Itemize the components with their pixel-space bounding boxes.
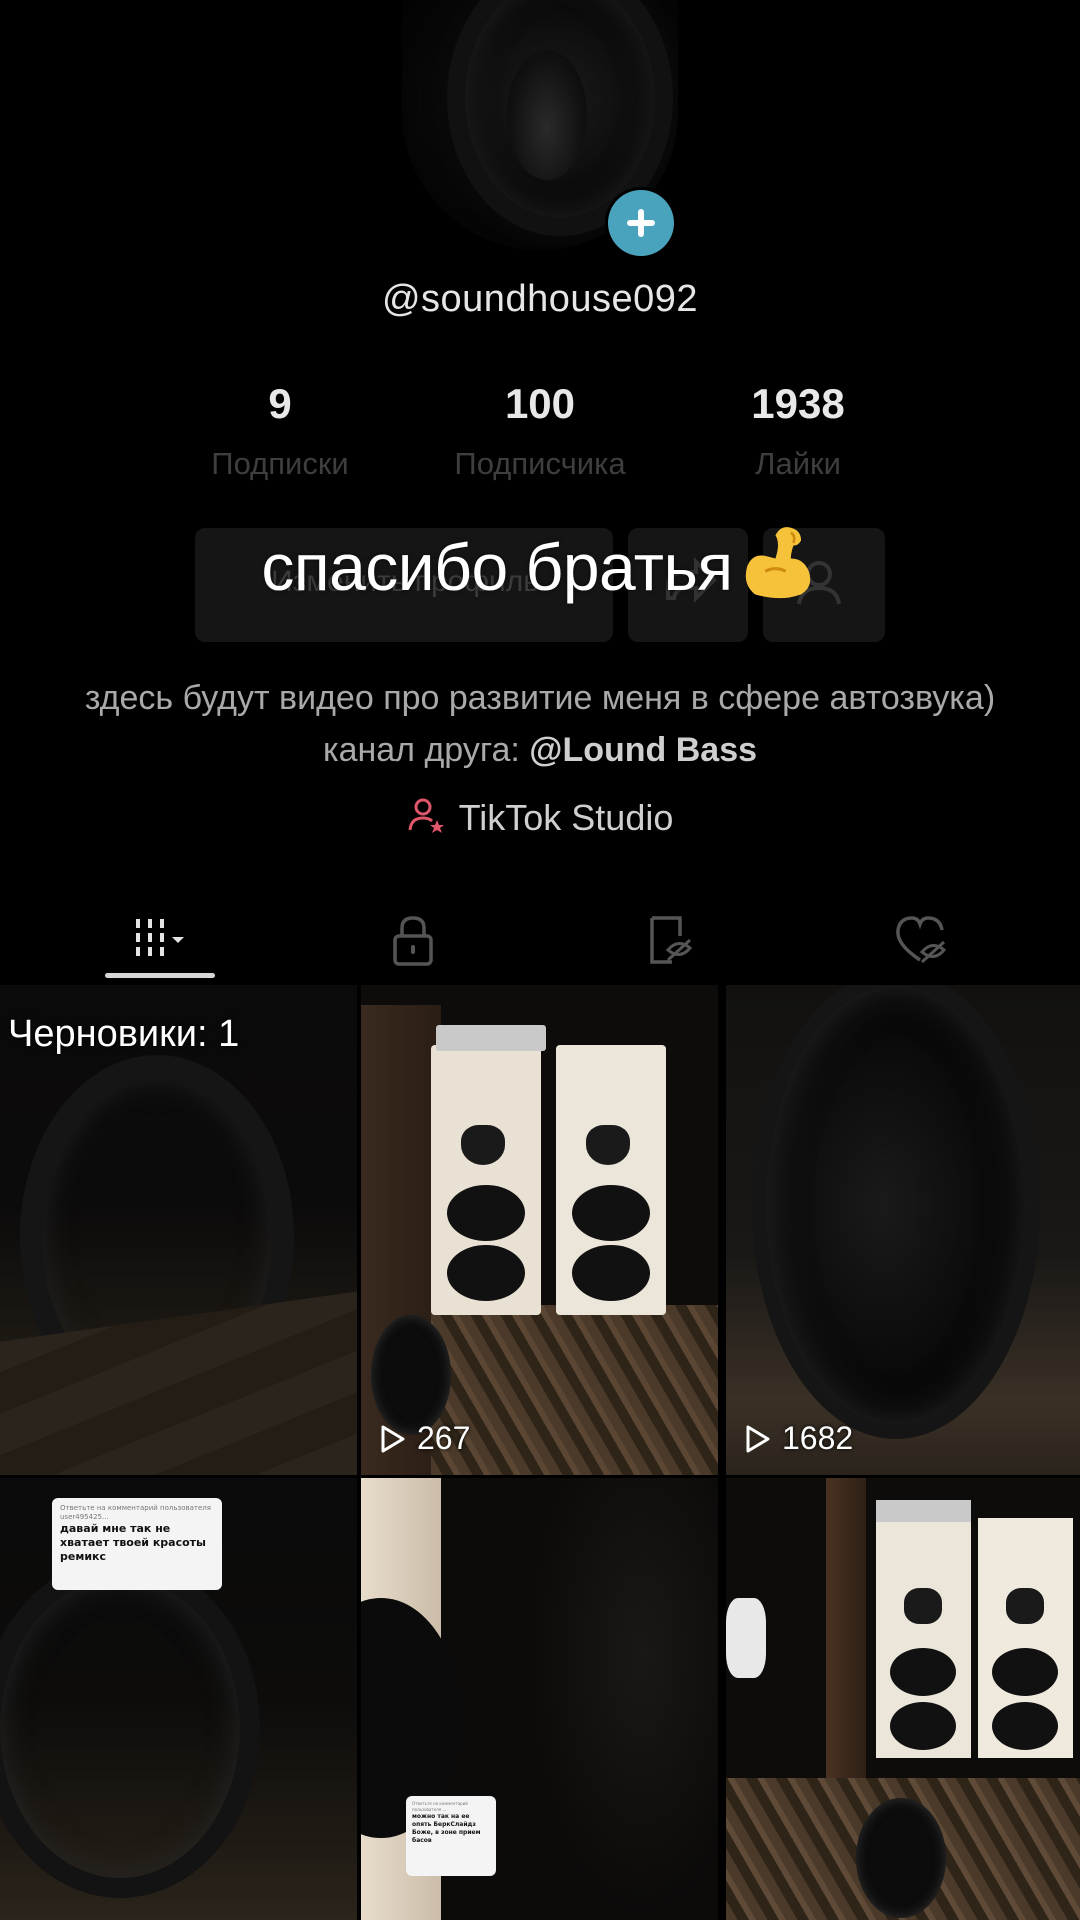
following-count: 9 [268, 380, 292, 427]
reply-card-body: давай мне так не хватает твоей красоты р… [60, 1522, 206, 1563]
stat-following[interactable]: 9 Подписки [150, 380, 410, 482]
followers-count: 100 [504, 380, 576, 427]
tab-reposts[interactable] [535, 895, 805, 985]
tiktok-studio-link[interactable]: TikTok Studio [0, 796, 1080, 839]
drafts-tile[interactable]: Черновики: 1 [0, 985, 357, 1475]
thumbnail-amp [436, 1025, 546, 1051]
thumbnail-speaker-box-left [876, 1518, 971, 1758]
video-tile[interactable]: Ответьте на комментарий пользователя ...… [361, 1478, 718, 1920]
likes-label: Лайки [755, 446, 841, 481]
drafts-label: Черновики: 1 [8, 1013, 240, 1055]
play-icon [746, 1425, 770, 1452]
view-count-value: 267 [417, 1420, 471, 1456]
thumbnail-subwoofer [371, 1315, 451, 1435]
lock-icon [393, 916, 433, 966]
video-tile[interactable]: 1682 [726, 985, 1080, 1475]
overlay-caption: спасибо братья [0, 520, 1080, 605]
overlay-caption-text: спасибо братья [261, 530, 733, 604]
tab-videos[interactable] [25, 895, 295, 985]
reply-card-header: Ответьте на комментарий пользователя ... [412, 1801, 468, 1812]
studio-label: TikTok Studio [458, 797, 674, 838]
reply-card-header: Ответьте на комментарий пользователя use… [60, 1504, 211, 1521]
thumbnail-door [826, 1478, 866, 1778]
comment-reply-card: Ответьте на комментарий пользователя ...… [406, 1796, 496, 1876]
username: @soundhouse092 [381, 278, 699, 320]
video-tile[interactable]: Ответьте на комментарий пользователя use… [0, 1478, 357, 1920]
view-count: 1682 [744, 1420, 853, 1457]
thumbnail-subwoofer [766, 985, 1026, 1425]
profile-bio: здесь будут видео про развитие меня в сф… [40, 672, 1040, 776]
likes-count: 1938 [751, 380, 845, 427]
comment-reply-card: Ответьте на комментарий пользователя use… [52, 1498, 222, 1590]
tab-liked[interactable] [785, 895, 1055, 985]
flexed-biceps-icon [745, 527, 810, 599]
thumbnail-background [521, 1478, 718, 1920]
thumbnail-amp [876, 1500, 971, 1522]
stat-followers[interactable]: 100 Подписчика [410, 380, 670, 482]
creator-studio-icon [408, 798, 444, 833]
thumbnail-speaker-box-right [556, 1045, 666, 1315]
view-count: 267 [379, 1420, 470, 1457]
liked-hidden-icon [896, 916, 947, 964]
thumbnail-speaker-box-left [431, 1045, 541, 1315]
thumbnail-bag [726, 1598, 766, 1678]
avatar-subwoofer-cone [507, 50, 587, 180]
videos-grid-icon [136, 919, 184, 956]
thumbnail-speaker-box-right [978, 1518, 1073, 1758]
reply-card-body: можно так на ее опять БеркСлайдз Боже, в… [412, 1813, 481, 1844]
bio-mention-link[interactable]: @Lound Bass [529, 731, 757, 769]
thumbnail-subwoofer [0, 1558, 260, 1898]
profile-tabs [0, 895, 1080, 985]
reposts-icon [650, 916, 693, 964]
followers-label: Подписчика [454, 446, 626, 481]
following-label: Подписки [211, 446, 349, 481]
add-avatar-button[interactable] [608, 190, 674, 256]
video-tile[interactable]: 267 [361, 985, 718, 1475]
view-count-value: 1682 [782, 1420, 854, 1456]
thumbnail-carpet [431, 1305, 718, 1475]
active-tab-indicator [105, 973, 215, 978]
video-grid: Черновики: 1 267 1682 Ответьте на коммен… [0, 985, 1080, 1920]
plus-icon [627, 209, 655, 237]
stat-likes[interactable]: 1938 Лайки [668, 380, 928, 482]
video-tile[interactable] [726, 1478, 1080, 1920]
tab-private[interactable] [278, 895, 548, 985]
play-icon [381, 1425, 405, 1452]
thumbnail-subwoofer [856, 1798, 946, 1918]
